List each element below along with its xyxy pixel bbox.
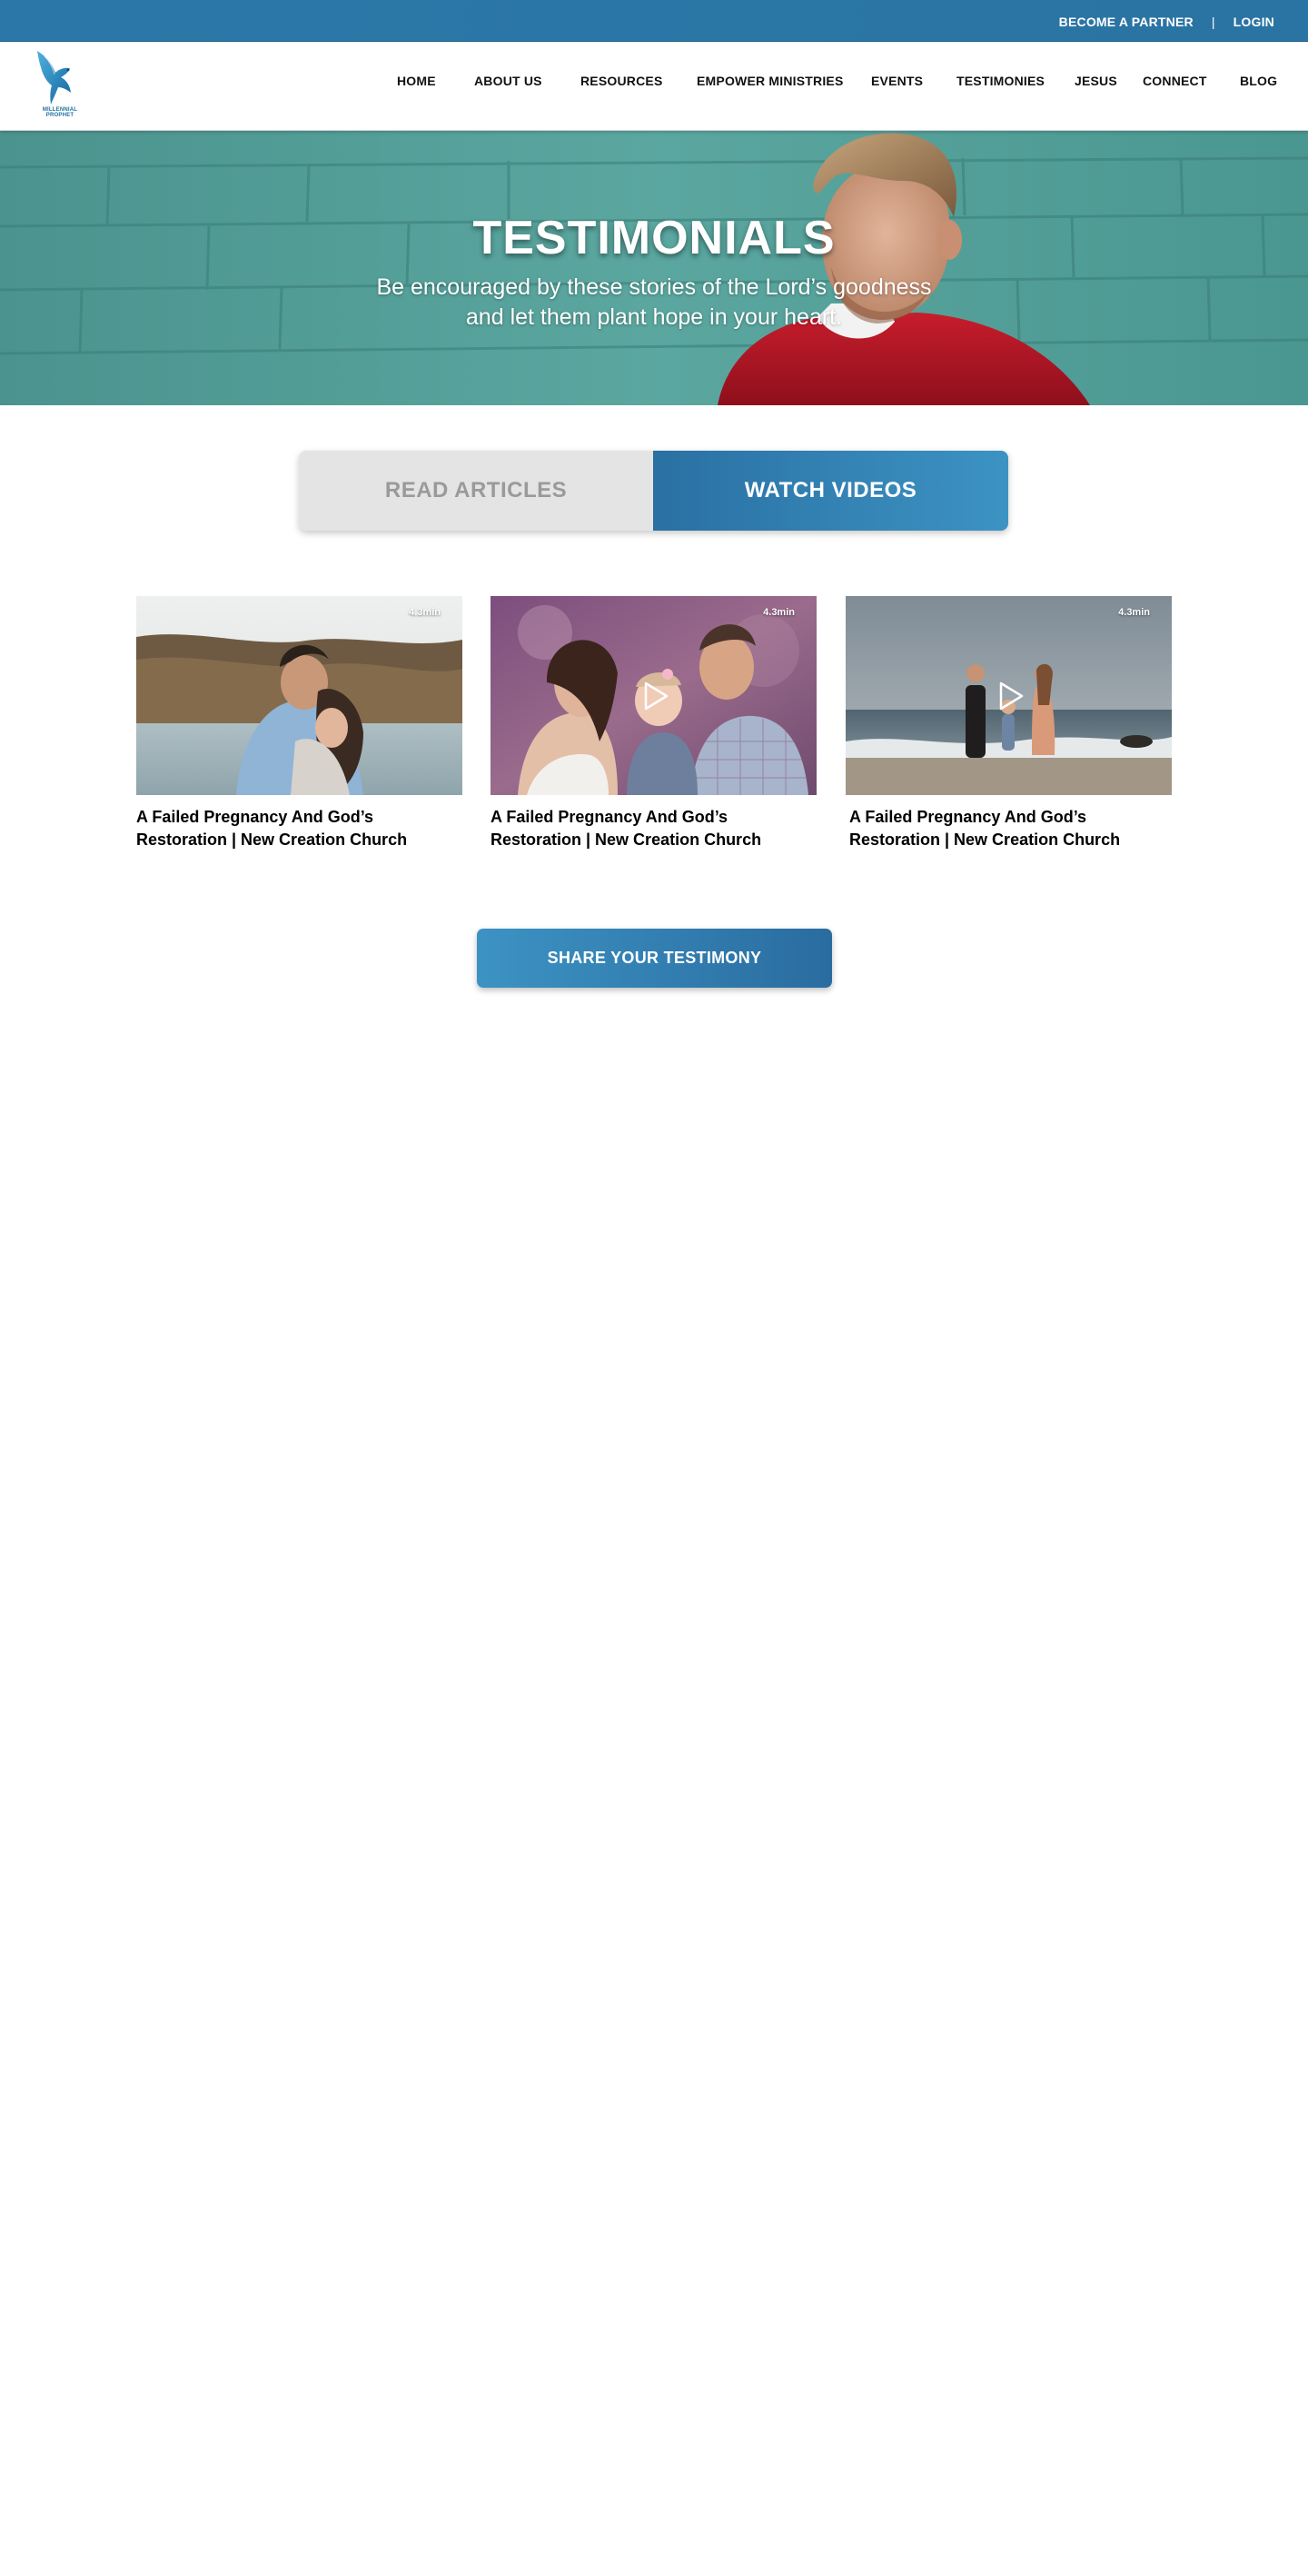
video-title-line-2: Restoration | New Creation Church — [136, 830, 408, 849]
hero-title: TESTIMONIALS — [472, 212, 836, 264]
nav-jesus[interactable]: JESUS — [1075, 74, 1117, 88]
nav-resources[interactable]: RESOURCES — [580, 74, 662, 88]
video-duration: 4.3min — [409, 607, 441, 618]
hero-background-image — [0, 131, 1308, 405]
become-partner-link[interactable]: BECOME A PARTNER — [1059, 15, 1194, 29]
video-title-line-2: Restoration | New Creation Church — [849, 830, 1121, 849]
tab-read-articles[interactable]: READ ARTICLES — [299, 451, 653, 531]
video-duration: 4.3min — [763, 607, 795, 618]
logo-text: MILLENNIAL PROPHET — [42, 107, 78, 118]
video-title[interactable]: A Failed Pregnancy And God’s Restoration… — [490, 806, 817, 851]
video-title[interactable]: A Failed Pregnancy And God’s Restoration… — [136, 806, 462, 851]
video-title-line-2: Restoration | New Creation Church — [490, 830, 762, 849]
topbar-links: BECOME A PARTNER | LOGIN — [1059, 14, 1274, 30]
nav-events[interactable]: EVENTS — [871, 74, 923, 88]
video-card[interactable]: 4.3min A Failed Pregnancy And God’s Rest… — [136, 596, 462, 851]
video-card[interactable]: 4.3min A Failed Pregnancy And God’s Rest… — [846, 596, 1172, 851]
tab-watch-videos[interactable]: WATCH VIDEOS — [653, 451, 1008, 531]
hero-banner: TESTIMONIALS Be encouraged by these stor… — [0, 131, 1308, 405]
nav-home[interactable]: HOME — [397, 74, 436, 88]
main-navbar: MILLENNIAL PROPHET HOME ABOUT US RESOURC… — [0, 42, 1308, 131]
hero-subtitle-line-1: Be encouraged by these stories of the Lo… — [376, 274, 932, 300]
nav-testimonies[interactable]: TESTIMONIES — [956, 74, 1045, 88]
play-icon[interactable] — [990, 677, 1028, 715]
video-thumbnail[interactable]: 4.3min — [136, 596, 462, 795]
video-title-line-1: A Failed Pregnancy And God’s — [849, 808, 1087, 826]
video-title-line-1: A Failed Pregnancy And God’s — [490, 808, 728, 826]
video-thumbnail[interactable]: 4.3min — [490, 596, 817, 795]
hero-subtitle-line-2: and let them plant hope in your heart. — [465, 304, 843, 330]
nav-about-us[interactable]: ABOUT US — [474, 74, 542, 88]
play-icon[interactable] — [635, 677, 673, 715]
video-title[interactable]: A Failed Pregnancy And God’s Restoration… — [849, 806, 1172, 851]
nav-empower-ministries[interactable]: EMPOWER MINISTRIES — [697, 74, 844, 88]
top-utility-bar: BECOME A PARTNER | LOGIN — [0, 0, 1308, 42]
dove-icon — [37, 51, 71, 104]
share-testimony-button[interactable]: SHARE YOUR TESTIMONY — [477, 929, 832, 988]
nav-blog[interactable]: BLOG — [1240, 74, 1277, 88]
site-logo[interactable]: MILLENNIAL PROPHET — [28, 47, 92, 118]
login-link[interactable]: LOGIN — [1234, 15, 1274, 29]
nav-connect[interactable]: CONNECT — [1143, 74, 1207, 88]
video-title-line-1: A Failed Pregnancy And God’s — [136, 808, 374, 826]
video-duration: 4.3min — [1118, 607, 1150, 618]
video-card[interactable]: 4.3min A Failed Pregnancy And God’s Rest… — [490, 596, 817, 851]
content-type-tabs: READ ARTICLES WATCH VIDEOS — [299, 451, 1008, 531]
video-thumbnail[interactable]: 4.3min — [846, 596, 1172, 795]
topbar-separator: | — [1211, 15, 1215, 29]
video-thumbnail-image — [136, 596, 462, 795]
